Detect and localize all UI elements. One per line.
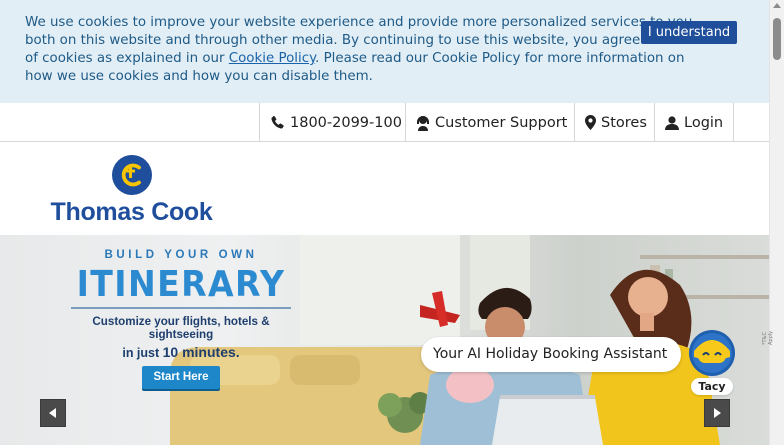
user-icon	[665, 115, 679, 130]
headset-icon	[416, 115, 430, 131]
login-link[interactable]: Login	[654, 103, 734, 142]
cookie-banner: We use cookies to improve your website e…	[0, 0, 769, 103]
cookie-text: We use cookies to improve your website e…	[25, 14, 715, 86]
promo-subtitle-2-bold: 10 minutes.	[162, 344, 240, 360]
stores-link[interactable]: Stores	[574, 103, 654, 142]
promo-subtitle-2: in just 10 minutes.	[66, 344, 296, 360]
carousel-next-button[interactable]	[704, 399, 730, 427]
chatbot-avatar-icon[interactable]	[688, 329, 736, 377]
thomas-cook-globe-logo-icon	[112, 155, 152, 195]
stores-label: Stores	[601, 114, 647, 131]
ai-assistant-bubble[interactable]: Your AI Holiday Booking Assistant	[421, 337, 682, 372]
chatbot-name: Tacy	[691, 378, 733, 395]
promo-subtitle-2-prefix: in just	[122, 346, 163, 360]
page-scrollbar[interactable]	[769, 0, 784, 445]
customer-support-link[interactable]: Customer Support	[405, 103, 574, 142]
carousel-prev-button[interactable]	[40, 399, 66, 427]
login-label: Login	[684, 114, 724, 131]
cookie-policy-link[interactable]: Cookie Policy	[229, 51, 315, 66]
thomas-cook-logo[interactable]: Thomas Cook	[44, 155, 219, 227]
logo-wordmark: Thomas Cook	[50, 198, 213, 226]
utility-nav: 1800-2099-100 Customer Support Stores Lo…	[0, 103, 769, 142]
scroll-up-arrow-icon[interactable]	[773, 3, 781, 8]
scroll-thumb[interactable]	[773, 18, 781, 60]
terms-tag: *T&C Apply	[762, 330, 774, 345]
customer-support-label: Customer Support	[435, 114, 568, 131]
caret-left-icon	[49, 408, 56, 418]
caret-right-icon	[714, 408, 721, 418]
start-here-button[interactable]: Start Here	[141, 366, 221, 389]
promo-subtitle: Customize your flights, hotels & sightse…	[92, 315, 270, 341]
promo-block: BUILD YOUR OWN ITINERARY Customize your …	[66, 249, 296, 389]
promo-eyebrow: BUILD YOUR OWN	[104, 249, 258, 261]
phone-number: 1800-2099-100	[290, 114, 402, 131]
page: We use cookies to improve your website e…	[0, 0, 784, 445]
promo-title: ITINERARY	[76, 264, 286, 305]
phone-link[interactable]: 1800-2099-100	[259, 103, 405, 142]
location-pin-icon	[585, 115, 596, 130]
i-understand-button[interactable]: I understand	[641, 21, 737, 44]
nav-divider	[733, 103, 734, 142]
promo-divider	[71, 307, 291, 309]
phone-icon	[270, 115, 285, 130]
